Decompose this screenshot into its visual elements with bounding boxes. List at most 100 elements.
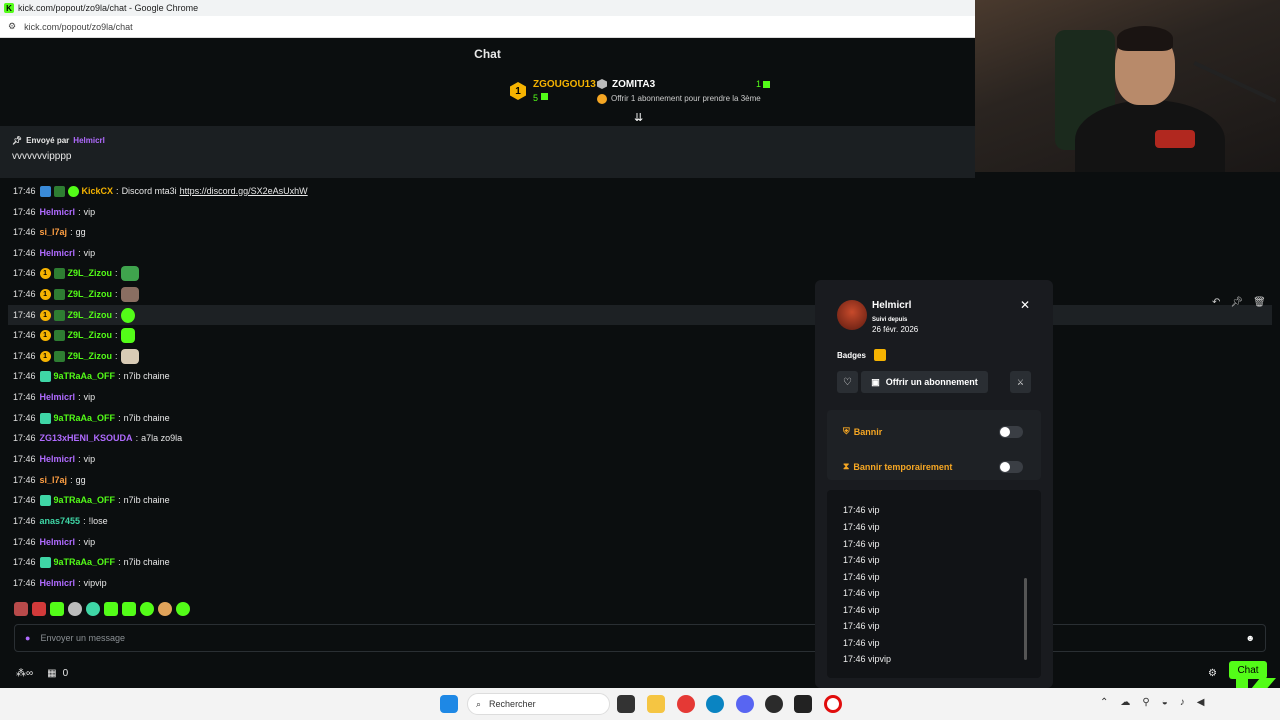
edge-icon[interactable] <box>706 695 724 713</box>
message-username[interactable]: si_l7aj <box>40 475 68 485</box>
pinned-sender[interactable]: Helmicrl <box>73 136 105 145</box>
message-username[interactable]: Z9L_Zizou <box>68 310 113 320</box>
chat-input-placeholder[interactable]: Envoyer un message <box>40 633 125 643</box>
wifi-icon[interactable]: ◒ <box>1162 697 1168 708</box>
site-settings-icon[interactable]: ⚙ <box>8 21 16 32</box>
message-username[interactable]: 9aTRaAa_OFF <box>54 413 116 423</box>
emote-quick-icon[interactable] <box>68 602 82 616</box>
address-bar[interactable]: ⚙ kick.com/popout/zo9la/chat <box>0 16 975 38</box>
moderator-badge-icon <box>39 185 51 197</box>
chrome-icon[interactable] <box>677 695 695 713</box>
gift-sub-button[interactable]: ▣ Offrir un abonnement <box>861 371 988 393</box>
taskbar-search[interactable]: ⌕ Rechercher <box>467 693 610 715</box>
taskbar-search-placeholder[interactable]: Rechercher <box>489 699 536 709</box>
chat-input[interactable]: ● Envoyer un message ☻ <box>14 624 1266 652</box>
chat-message[interactable]: 17:46 anas7455: !lose <box>13 511 108 531</box>
popup-username[interactable]: Helmicrl <box>872 300 911 311</box>
reply-icon[interactable]: ↶ <box>1212 297 1220 308</box>
cloud-icon[interactable]: ☁ <box>1120 697 1130 708</box>
network-icon[interactable]: ⚲ <box>1142 697 1149 708</box>
chat-message[interactable]: 17:46 si_l7aj: gg <box>13 222 86 242</box>
message-username[interactable]: Z9L_Zizou <box>68 330 113 340</box>
leader-second-user[interactable]: ZOMITA3 <box>612 79 655 90</box>
kick-emote-icon <box>120 307 135 323</box>
settings-icon[interactable]: ⚙ <box>1208 668 1217 679</box>
chat-message[interactable]: 17:46 Helmicrl: vip <box>13 243 95 263</box>
emote-quick-icon[interactable] <box>176 602 190 616</box>
message-username[interactable]: Helmicrl <box>40 207 76 217</box>
message-username[interactable]: Helmicrl <box>40 392 76 402</box>
chat-message[interactable]: 17:46 9aTRaAa_OFF: n7ib chaine <box>13 408 170 428</box>
message-username[interactable]: ZG13xHENI_KSOUDA <box>40 433 133 443</box>
mic-tray-icon[interactable]: ♪ <box>1180 697 1185 708</box>
emote-quick-icon[interactable] <box>14 602 28 616</box>
message-username[interactable]: 9aTRaAa_OFF <box>54 371 116 381</box>
chevron-up-icon[interactable]: ⌃ <box>1100 697 1108 708</box>
chat-message-hovered[interactable]: 17:46 1 Z9L_Zizou: <box>8 305 1272 325</box>
epic-games-icon[interactable] <box>794 695 812 713</box>
chat-message[interactable]: 17:46 KickCX: Discord mta3i https://disc… <box>13 181 308 201</box>
url-text[interactable]: kick.com/popout/zo9la/chat <box>24 22 133 32</box>
chat-message[interactable]: 17:46 1 Z9L_Zizou: <box>13 284 139 304</box>
chat-message[interactable]: 17:46 1 Z9L_Zizou: <box>13 325 135 345</box>
windows-start-icon[interactable] <box>440 695 458 713</box>
ban-toggle[interactable] <box>999 426 1023 438</box>
discord-icon[interactable] <box>736 695 754 713</box>
chat-message[interactable]: 17:46 1 Z9L_Zizou: <box>13 263 139 283</box>
volume-icon[interactable]: ◀ <box>1197 697 1205 708</box>
follow-heart-button[interactable]: ♡ <box>837 371 858 393</box>
message-link[interactable]: https://discord.gg/SX2eAsUxhW <box>180 186 308 196</box>
emote-quick-icon[interactable] <box>158 602 172 616</box>
steam-icon[interactable] <box>765 695 783 713</box>
message-username[interactable]: Z9L_Zizou <box>68 351 113 361</box>
message-username[interactable]: Z9L_Zizou <box>68 268 113 278</box>
message-username[interactable]: Helmicrl <box>40 454 76 464</box>
timeout-toggle[interactable] <box>999 461 1023 473</box>
chat-message[interactable]: 17:46 ZG13xHENI_KSOUDA: a7la zo9la <box>13 428 182 448</box>
chat-message[interactable]: 17:46 1 Z9L_Zizou: <box>13 346 139 366</box>
message-username[interactable]: Helmicrl <box>40 248 76 258</box>
history-scrollbar[interactable] <box>1024 578 1027 660</box>
chat-message[interactable]: 17:46 si_l7aj: gg <box>13 470 86 490</box>
pin-message-icon[interactable]: 📌︎ <box>1230 297 1243 308</box>
file-explorer-icon[interactable] <box>647 695 665 713</box>
message-username[interactable]: anas7455 <box>40 516 81 526</box>
store-icon[interactable]: ▦ <box>47 668 56 679</box>
emote-quick-icon[interactable] <box>104 602 118 616</box>
emote-quick-icon[interactable] <box>86 602 100 616</box>
leader-first-user[interactable]: ZGOUGOU13 <box>533 79 596 90</box>
message-username[interactable]: si_l7aj <box>40 227 68 237</box>
task-view-icon[interactable] <box>617 695 635 713</box>
mod-action-button[interactable]: ⚔ <box>1010 371 1031 393</box>
delete-message-icon[interactable]: 🗑︎ <box>1253 297 1266 308</box>
emote-quick-icon[interactable] <box>50 602 64 616</box>
emote-quick-icon[interactable] <box>140 602 154 616</box>
message-time: 17:46 <box>13 433 36 443</box>
chat-message[interactable]: 17:46 Helmicrl: vip <box>13 387 95 407</box>
scroll-to-bottom-icon[interactable]: ⇊ <box>634 111 643 124</box>
chat-message[interactable]: 17:46 Helmicrl: vip <box>13 532 95 552</box>
chat-message[interactable]: 17:46 9aTRaAa_OFF: n7ib chaine <box>13 490 170 510</box>
opera-icon[interactable] <box>824 695 842 713</box>
close-icon[interactable]: ✕ <box>1020 298 1030 312</box>
leader-cta[interactable]: Offrir 1 abonnement pour prendre la 3ème <box>611 94 761 103</box>
emote-quick-icon[interactable] <box>32 602 46 616</box>
message-username[interactable]: 9aTRaAa_OFF <box>54 495 116 505</box>
chat-send-button[interactable]: Chat <box>1229 661 1267 679</box>
chat-message[interactable]: 17:46 Helmicrl: vip <box>13 449 95 469</box>
emoji-icon[interactable]: ☻ <box>1246 633 1255 643</box>
predictions-icon[interactable]: ⁂∞ <box>16 668 33 679</box>
chat-message[interactable]: 17:46 9aTRaAa_OFF: n7ib chaine <box>13 552 170 572</box>
chat-message[interactable]: 17:46 9aTRaAa_OFF: n7ib chaine <box>13 366 170 386</box>
message-username[interactable]: Helmicrl <box>40 578 76 588</box>
subscriber-badge-icon <box>39 556 51 568</box>
message-username[interactable]: KickCX <box>82 186 114 196</box>
message-username[interactable]: Z9L_Zizou <box>68 289 113 299</box>
chat-message[interactable]: 17:46 Helmicrl: vipvip <box>13 573 107 593</box>
message-username[interactable]: 9aTRaAa_OFF <box>54 557 116 567</box>
message-username[interactable]: Helmicrl <box>40 537 76 547</box>
chat-message[interactable]: 17:46 Helmicrl: vip <box>13 202 95 222</box>
history-item: 17:46 vip <box>843 522 880 532</box>
microphone-icon[interactable]: ● <box>25 633 30 643</box>
emote-quick-icon[interactable] <box>122 602 136 616</box>
